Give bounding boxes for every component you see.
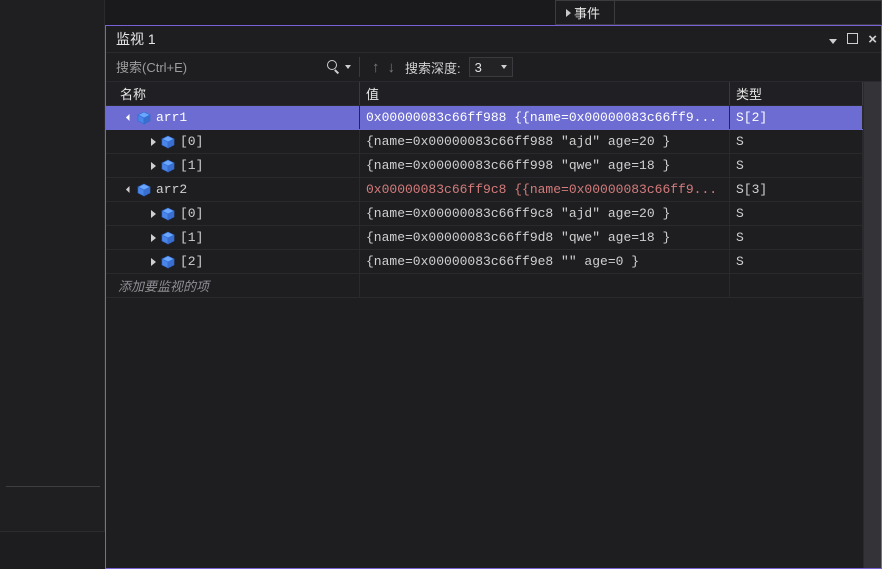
type-cell: S <box>730 226 863 249</box>
col-type[interactable]: 类型 <box>730 82 863 105</box>
window-options-icon[interactable] <box>829 31 837 47</box>
struct-icon <box>160 207 176 221</box>
expand-icon[interactable] <box>148 210 158 218</box>
grid-container: 名称 值 类型 arr1 0x00000083c66ff988 {{name=0x… <box>106 82 881 568</box>
value-cell <box>360 274 730 297</box>
expand-icon[interactable] <box>148 234 158 242</box>
chevron-down-icon <box>501 65 507 69</box>
type-cell: S[3] <box>730 178 863 201</box>
value-cell[interactable]: 0x00000083c66ff9c8 {{name=0x00000083c66f… <box>360 178 730 201</box>
watch-row[interactable]: [0] {name=0x00000083c66ff9c8 "ajd" age=20… <box>106 202 863 226</box>
chevron-right-icon <box>566 9 571 17</box>
tab-label: 事件 <box>574 3 600 22</box>
left-gutter <box>0 0 105 569</box>
panel-title: 监视 1 <box>116 29 156 49</box>
struct-icon <box>136 111 152 125</box>
name-cell[interactable]: [1] <box>106 226 360 249</box>
name-cell[interactable]: arr2 <box>106 178 360 201</box>
name-cell[interactable]: [0] <box>106 202 360 225</box>
col-value[interactable]: 值 <box>360 82 730 105</box>
var-name: [1] <box>180 230 203 245</box>
value-cell[interactable]: {name=0x00000083c66ff988 "ajd" age=20 } <box>360 130 730 153</box>
divider <box>6 486 100 487</box>
type-cell: S <box>730 202 863 225</box>
vertical-scrollbar[interactable] <box>863 82 881 568</box>
value-cell[interactable]: 0x00000083c66ff988 {{name=0x00000083c66f… <box>360 106 730 129</box>
depth-select[interactable]: 3 <box>469 57 513 77</box>
watch-row[interactable]: [2] {name=0x00000083c66ff9e8 "" age=0 }S <box>106 250 863 274</box>
events-tabstrip: 事件 <box>555 0 882 25</box>
name-cell[interactable]: [2] <box>106 250 360 273</box>
watch-grid: 名称 值 类型 arr1 0x00000083c66ff988 {{name=0x… <box>106 82 863 568</box>
expand-icon[interactable] <box>148 138 158 146</box>
search-prev-button[interactable]: ↑ <box>368 59 384 76</box>
name-cell[interactable]: [1] <box>106 154 360 177</box>
search-options-icon[interactable] <box>345 65 351 69</box>
search-icon[interactable] <box>326 59 342 75</box>
collapse-icon[interactable] <box>124 187 134 192</box>
panel-titlebar: 监视 1 × <box>106 26 881 52</box>
name-cell[interactable]: [0] <box>106 130 360 153</box>
value-cell[interactable]: {name=0x00000083c66ff9c8 "ajd" age=20 } <box>360 202 730 225</box>
tab-events[interactable]: 事件 <box>556 1 615 24</box>
depth-label: 搜索深度: <box>405 58 461 77</box>
type-cell: S[2] <box>730 106 863 129</box>
struct-icon <box>160 255 176 269</box>
col-name[interactable]: 名称 <box>106 82 360 105</box>
var-name: [2] <box>180 254 203 269</box>
value-cell[interactable]: {name=0x00000083c66ff9d8 "qwe" age=18 } <box>360 226 730 249</box>
watch-row[interactable]: [1] {name=0x00000083c66ff9d8 "qwe" age=18… <box>106 226 863 250</box>
watch-row[interactable]: [0] {name=0x00000083c66ff988 "ajd" age=20… <box>106 130 863 154</box>
search-box[interactable] <box>116 56 326 78</box>
panel-toolbar: ↑ ↓ 搜索深度: 3 <box>106 52 881 82</box>
search-input[interactable] <box>116 60 326 75</box>
value-cell[interactable]: {name=0x00000083c66ff998 "qwe" age=18 } <box>360 154 730 177</box>
expand-icon[interactable] <box>148 162 158 170</box>
var-name: arr2 <box>156 182 187 197</box>
struct-icon <box>160 231 176 245</box>
add-watch-row[interactable]: 添加要监视的项 <box>106 274 863 298</box>
struct-icon <box>136 183 152 197</box>
value-cell[interactable]: {name=0x00000083c66ff9e8 "" age=0 } <box>360 250 730 273</box>
add-watch-label[interactable]: 添加要监视的项 <box>106 274 360 297</box>
close-icon[interactable]: × <box>868 32 877 47</box>
var-name: arr1 <box>156 110 187 125</box>
type-cell: S <box>730 130 863 153</box>
header-row: 名称 值 类型 <box>106 82 863 106</box>
watch-row[interactable]: [1] {name=0x00000083c66ff998 "qwe" age=18… <box>106 154 863 178</box>
search-next-button[interactable]: ↓ <box>384 59 400 76</box>
divider <box>359 57 360 77</box>
var-name: [0] <box>180 134 203 149</box>
type-cell <box>730 274 863 297</box>
name-cell[interactable]: arr1 <box>106 106 360 129</box>
maximize-icon[interactable] <box>847 31 858 47</box>
depth-value: 3 <box>475 60 482 75</box>
collapse-icon[interactable] <box>124 115 134 120</box>
var-name: [0] <box>180 206 203 221</box>
watch-row[interactable]: arr2 0x00000083c66ff9c8 {{name=0x00000083… <box>106 178 863 202</box>
watch-panel: 监视 1 × ↑ ↓ 搜索深度: 3 名称 值 类型 <box>105 25 882 569</box>
struct-icon <box>160 135 176 149</box>
struct-icon <box>160 159 176 173</box>
var-name: [1] <box>180 158 203 173</box>
watch-row[interactable]: arr1 0x00000083c66ff988 {{name=0x00000083… <box>106 106 863 130</box>
expand-icon[interactable] <box>148 258 158 266</box>
type-cell: S <box>730 250 863 273</box>
type-cell: S <box>730 154 863 177</box>
